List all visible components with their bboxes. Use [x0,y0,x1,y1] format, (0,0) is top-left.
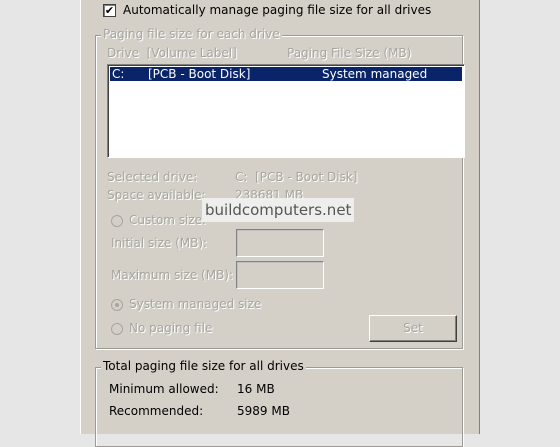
max-size-input[interactable] [236,261,324,289]
total-legend: Total paging file size for all drives [101,359,306,373]
auto-manage-label[interactable]: Automatically manage paging file size fo… [123,3,431,17]
watermark-text: buildcomputers.net [202,198,355,222]
system-managed-radio[interactable] [111,299,123,311]
per-drive-legend: Paging file size for each drive [101,27,282,41]
system-managed-label[interactable]: System managed size [129,297,261,311]
drive-row-selected[interactable]: C: [PCB - Boot Disk] System managed [110,67,462,81]
selected-drive-label: Selected drive: [107,170,198,184]
custom-size-radio[interactable] [111,215,123,227]
recommended-value: 5989 MB [237,404,290,418]
no-paging-label[interactable]: No paging file [129,321,212,335]
custom-size-label[interactable]: Custom size: [129,213,206,227]
initial-size-label: Initial size (MB): [111,236,208,250]
auto-manage-checkbox[interactable]: ✔ [103,4,116,17]
selected-drive-value: C: [PCB - Boot Disk] [235,170,358,184]
drive-volume-label: [PCB - Boot Disk] [148,67,251,81]
drive-letter: C: [112,67,125,81]
max-size-label: Maximum size (MB): [111,268,234,282]
initial-size-input[interactable] [236,229,324,257]
minimum-allowed-value: 16 MB [237,382,275,396]
space-available-label: Space available: [107,188,206,202]
recommended-label: Recommended: [109,404,204,418]
drive-list[interactable]: C: [PCB - Boot Disk] System managed [107,64,465,158]
no-paging-radio[interactable] [111,323,123,335]
radio-selected-dot [115,303,119,307]
check-icon: ✔ [104,4,115,17]
set-button[interactable]: Set [369,315,457,342]
column-header-size: Paging File Size (MB) [287,46,412,60]
minimum-allowed-label: Minimum allowed: [109,382,219,396]
column-header-drive: Drive [Volume Label] [107,46,237,60]
drive-paging-size: System managed [322,67,428,81]
